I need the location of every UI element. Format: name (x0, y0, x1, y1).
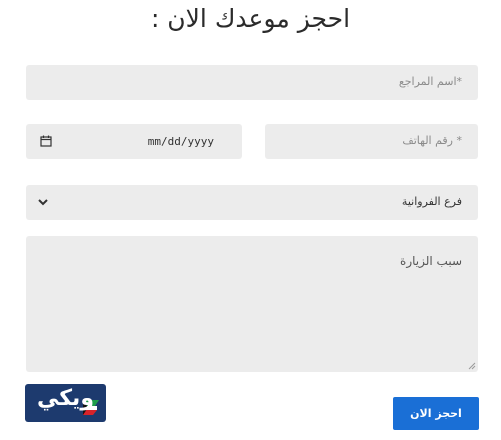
reason-textarea[interactable]: سبب الزيارة (26, 236, 478, 372)
logo-text: ويكي (37, 386, 95, 411)
phone-placeholder: * رقم الهاتف (402, 134, 462, 147)
name-placeholder: *اسم المراجع (398, 75, 462, 88)
date-input[interactable]: mm/dd/yyyy (26, 124, 242, 159)
name-input[interactable]: *اسم المراجع (26, 65, 478, 100)
branch-selected-value: فرع الفروانية (401, 195, 462, 208)
calendar-icon[interactable] (40, 135, 52, 147)
resize-handle-icon[interactable] (468, 362, 476, 370)
phone-input[interactable]: * رقم الهاتف (265, 124, 478, 159)
page-title: احجز موعدك الان : (150, 4, 351, 33)
date-value: mm/dd/yyyy (147, 135, 214, 148)
book-now-button[interactable]: احجز الان (393, 397, 479, 430)
chevron-down-icon (38, 199, 48, 206)
wiki-logo: ويكي (25, 384, 106, 422)
branch-select[interactable]: فرع الفروانية (26, 185, 478, 220)
reason-placeholder: سبب الزيارة (400, 254, 462, 268)
